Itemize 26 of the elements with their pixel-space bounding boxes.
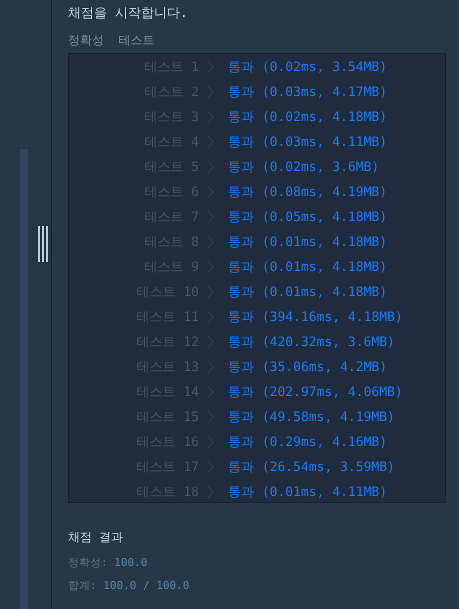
test-result: 통과 (0.01ms, 4.11MB) <box>228 484 388 500</box>
summary-label: 정확성: <box>68 556 108 569</box>
test-result: 통과 (0.02ms, 3.54MB) <box>228 58 388 76</box>
test-result: 통과 (35.06ms, 4.2MB) <box>228 358 388 376</box>
summary-label: 합계: <box>68 579 97 592</box>
test-result: 통과 (0.02ms, 3.6MB) <box>228 158 380 176</box>
test-result: 통과 (0.01ms, 4.18MB) <box>228 234 388 250</box>
test-result: 통과 (0.08ms, 4.19MB) <box>228 184 388 200</box>
test-result: 통과 (202.97ms, 4.06MB) <box>228 384 403 400</box>
test-result: 통과 (420.32ms, 3.6MB) <box>228 334 395 350</box>
summary-value: 100.0 <box>114 556 148 569</box>
test-result: 통과 (0.03ms, 4.17MB) <box>228 84 388 100</box>
test-result: 통과 (0.03ms, 4.11MB) <box>228 134 388 150</box>
test-result: 통과 (0.01ms, 4.18MB) <box>228 258 388 276</box>
test-result: 통과 (0.01ms, 4.18MB) <box>228 284 388 300</box>
test-result: 통과 (26.54ms, 3.59MB) <box>228 458 395 476</box>
resize-grip-icon[interactable] <box>38 226 48 262</box>
test-result: 통과 (394.16ms, 4.18MB) <box>228 308 403 326</box>
test-result: 통과 (49.58ms, 4.19MB) <box>228 408 395 426</box>
test-result: 통과 (0.29ms, 4.16MB) <box>228 434 388 450</box>
output-heading: 채점을 시작합니다. <box>68 5 189 23</box>
test-result: 통과 (0.05ms, 4.18MB) <box>228 208 388 226</box>
test-result: 통과 (0.02ms, 4.18MB) <box>228 108 388 126</box>
summary-title: 채점 결과 <box>68 529 124 546</box>
summary-value: 100.0 / 100.0 <box>103 579 190 592</box>
section-label: 정확성 테스트 <box>68 32 156 48</box>
